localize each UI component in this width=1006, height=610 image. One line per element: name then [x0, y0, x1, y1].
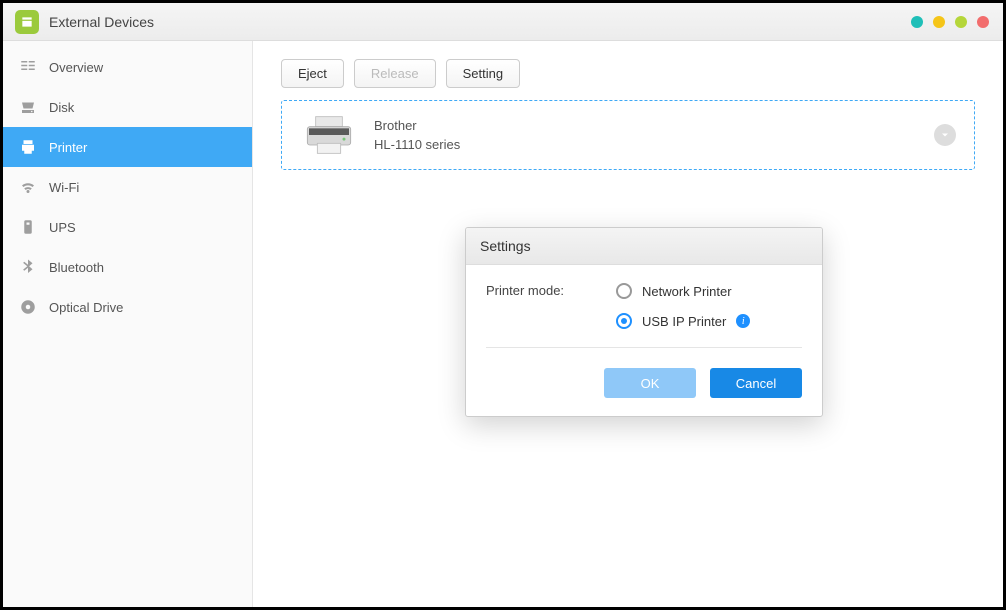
- dialog-title: Settings: [466, 228, 822, 265]
- window-controls: [911, 16, 989, 28]
- overview-icon: [19, 58, 37, 76]
- window-restore-button[interactable]: [955, 16, 967, 28]
- sidebar-item-label: Disk: [49, 100, 74, 115]
- setting-button[interactable]: Setting: [446, 59, 520, 88]
- chevron-down-icon: [939, 129, 951, 141]
- settings-dialog: Settings Printer mode: Network Printer U…: [465, 227, 823, 417]
- sidebar-item-optical[interactable]: Optical Drive: [3, 287, 252, 327]
- sidebar-item-wifi[interactable]: Wi-Fi: [3, 167, 252, 207]
- sidebar-item-label: Bluetooth: [49, 260, 104, 275]
- sidebar-item-label: Overview: [49, 60, 103, 75]
- sidebar-item-disk[interactable]: Disk: [3, 87, 252, 127]
- wifi-icon: [19, 178, 37, 196]
- device-printer-icon: [302, 115, 356, 155]
- device-brand: Brother: [374, 118, 460, 133]
- sidebar-item-bluetooth[interactable]: Bluetooth: [3, 247, 252, 287]
- radio-icon: [616, 283, 632, 299]
- option-label: USB IP Printer: [642, 314, 726, 329]
- window-title: External Devices: [49, 14, 154, 30]
- info-icon[interactable]: i: [736, 314, 750, 328]
- disk-icon: [19, 98, 37, 116]
- sidebar-item-ups[interactable]: UPS: [3, 207, 252, 247]
- titlebar: External Devices: [3, 3, 1003, 41]
- eject-button[interactable]: Eject: [281, 59, 344, 88]
- release-button[interactable]: Release: [354, 59, 436, 88]
- window-maximize-button[interactable]: [933, 16, 945, 28]
- sidebar-item-printer[interactable]: Printer: [3, 127, 252, 167]
- window-close-button[interactable]: [977, 16, 989, 28]
- option-network-printer[interactable]: Network Printer: [616, 283, 802, 299]
- device-text: Brother HL-1110 series: [374, 118, 460, 152]
- device-card[interactable]: Brother HL-1110 series: [281, 100, 975, 170]
- sidebar-item-label: Wi-Fi: [49, 180, 79, 195]
- window-minimize-button[interactable]: [911, 16, 923, 28]
- sidebar: Overview Disk Printer Wi-Fi: [3, 41, 253, 607]
- sidebar-item-label: Optical Drive: [49, 300, 123, 315]
- sidebar-item-overview[interactable]: Overview: [3, 47, 252, 87]
- ups-icon: [19, 218, 37, 236]
- printer-icon: [19, 138, 37, 156]
- toolbar: Eject Release Setting: [281, 59, 975, 88]
- app-window: External Devices Overview Disk: [3, 3, 1003, 607]
- optical-drive-icon: [19, 298, 37, 316]
- sidebar-item-label: UPS: [49, 220, 76, 235]
- expand-chevron[interactable]: [934, 124, 956, 146]
- radio-icon: [616, 313, 632, 329]
- device-model: HL-1110 series: [374, 137, 460, 152]
- ok-button[interactable]: OK: [604, 368, 696, 398]
- sidebar-item-label: Printer: [49, 140, 87, 155]
- app-icon: [15, 10, 39, 34]
- option-usb-ip-printer[interactable]: USB IP Printer i: [616, 313, 802, 329]
- bluetooth-icon: [19, 258, 37, 276]
- option-label: Network Printer: [642, 284, 732, 299]
- cancel-button[interactable]: Cancel: [710, 368, 802, 398]
- printer-mode-label: Printer mode:: [486, 283, 616, 329]
